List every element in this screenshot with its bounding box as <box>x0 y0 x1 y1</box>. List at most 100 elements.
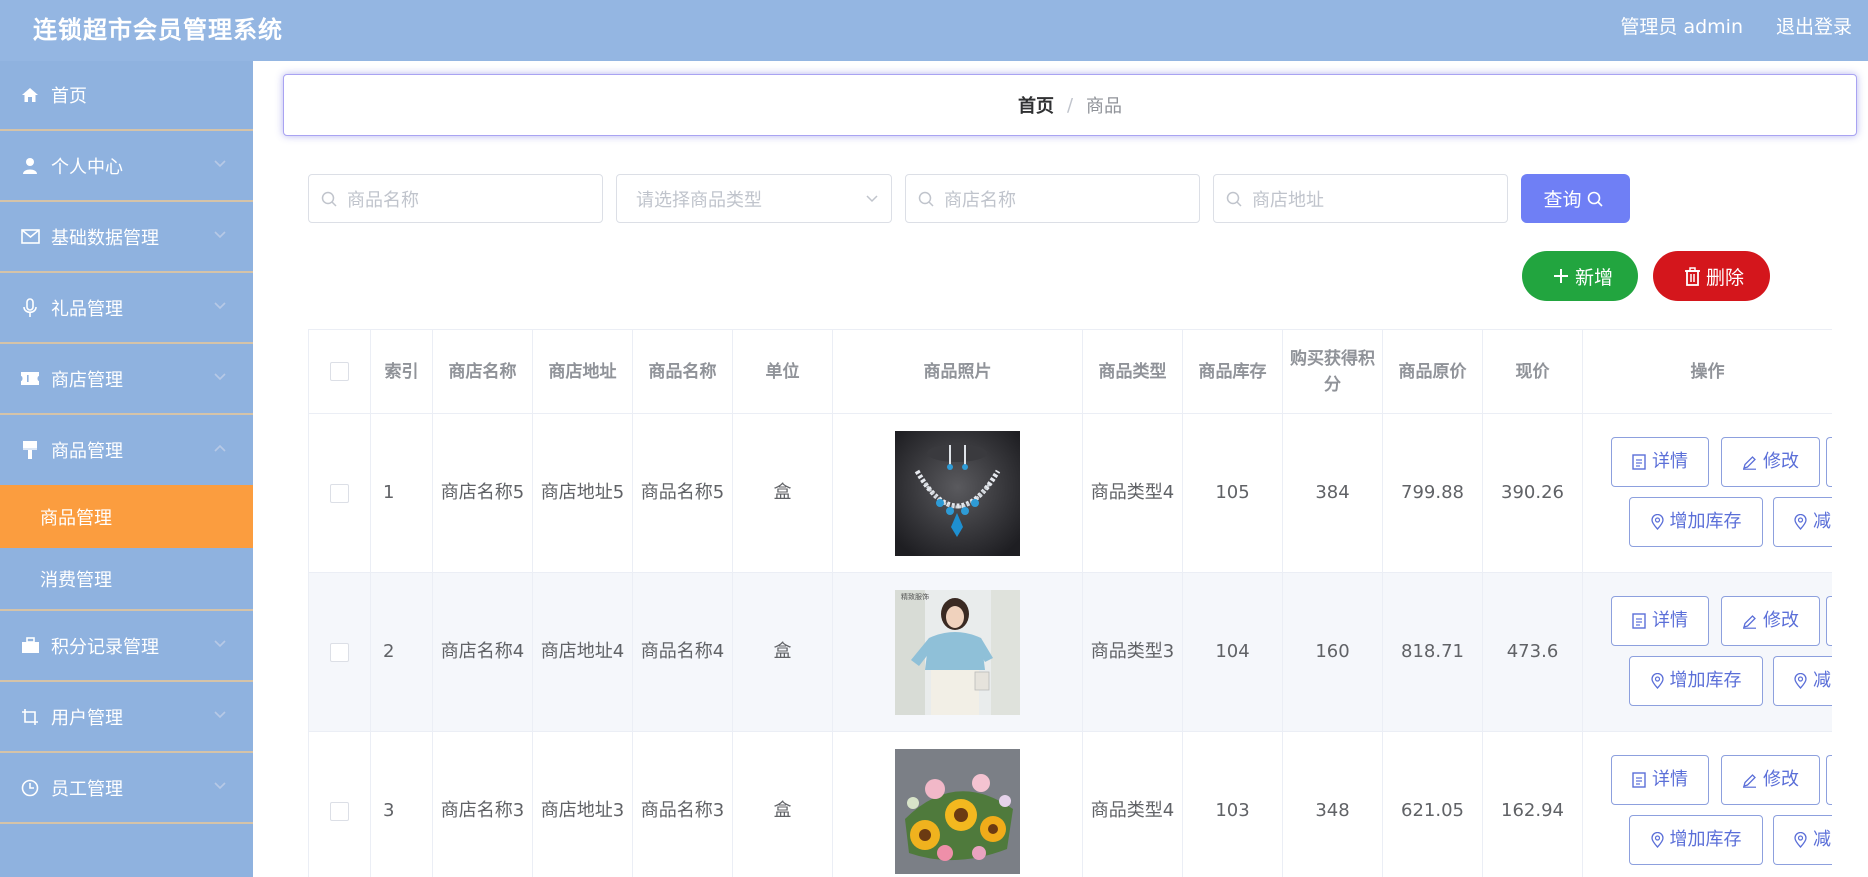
add-stock-label: 增加库存 <box>1669 511 1742 532</box>
col-original-price: 商品原价 <box>1382 329 1483 414</box>
col-shop-name: 商店名称 <box>432 329 533 414</box>
row-select-cell <box>308 572 371 732</box>
cell-shop-address: 商店地址4 <box>532 572 633 732</box>
cell-shop-address: 商店地址5 <box>532 413 633 573</box>
shop-address-placeholder: 商店地址 <box>1252 189 1324 211</box>
detail-button[interactable]: 详情 <box>1611 755 1709 805</box>
row-checkbox[interactable] <box>330 483 349 503</box>
col-index: 索引 <box>370 329 433 414</box>
cell-type: 商品类型4 <box>1082 413 1183 573</box>
row-checkbox[interactable] <box>330 642 349 662</box>
document-icon <box>1632 772 1646 788</box>
sidebar-item-label: 个人中心 <box>51 156 123 178</box>
cell-photo <box>832 413 1083 573</box>
edit-button[interactable]: 修改 <box>1721 755 1820 805</box>
cell-photo <box>832 731 1083 877</box>
breadcrumb-home[interactable]: 首页 <box>1018 92 1054 118</box>
sidebar-item-staff[interactable]: 员工管理 <box>0 753 253 824</box>
sidebar-item-label: 商品管理 <box>51 441 123 462</box>
plus-icon <box>1553 269 1568 283</box>
col-shop-address: 商店地址 <box>532 329 633 414</box>
col-current-price: 现价 <box>1482 329 1583 414</box>
cell-index: 1 <box>370 413 433 573</box>
chevron-down-icon <box>214 231 226 239</box>
sidebar-subitem-consumption[interactable]: 消费管理 <box>0 548 253 611</box>
add-stock-button[interactable]: 增加库存 <box>1629 656 1763 706</box>
ticket-icon <box>19 368 41 390</box>
sidebar-item-personal-center[interactable]: 个人中心 <box>0 131 253 202</box>
chevron-up-icon <box>214 444 226 452</box>
delete-button[interactable]: 删除 <box>1653 251 1770 301</box>
mic-icon <box>19 297 41 319</box>
cell-photo: 精致服饰 <box>832 572 1083 732</box>
cell-unit: 盒 <box>732 731 833 877</box>
blouse-photo[interactable]: 精致服饰 <box>895 589 1020 715</box>
cell-type: 商品类型4 <box>1082 731 1183 877</box>
more-button-partial[interactable] <box>1826 596 1832 646</box>
cell-original-price: 621.05 <box>1382 731 1483 877</box>
sidebar-item-shops[interactable]: 商店管理 <box>0 344 253 415</box>
sidebar-item-products[interactable]: 商品管理 <box>0 415 253 485</box>
edit-button[interactable]: 修改 <box>1721 596 1820 646</box>
pencil-icon <box>1743 614 1756 629</box>
search-icon <box>1226 191 1246 207</box>
sidebar-subitem-product-management[interactable]: 商品管理 <box>0 485 253 548</box>
detail-label: 详情 <box>1652 610 1688 631</box>
add-stock-label: 增加库存 <box>1669 670 1742 691</box>
cell-points: 160 <box>1282 572 1383 732</box>
sidebar-item-label: 员工管理 <box>51 778 123 800</box>
search-icon <box>918 191 938 207</box>
location-pin-icon <box>1650 514 1664 530</box>
col-stock: 商品库存 <box>1182 329 1283 414</box>
edit-button[interactable]: 修改 <box>1721 437 1820 487</box>
cell-shop-address: 商店地址3 <box>532 731 633 877</box>
breadcrumb-separator: / <box>1066 94 1074 116</box>
edit-label: 修改 <box>1763 451 1799 472</box>
reduce-stock-label: 减 <box>1813 511 1831 532</box>
app-title: 连锁超市会员管理系统 <box>33 16 283 44</box>
detail-button[interactable]: 详情 <box>1611 596 1709 646</box>
pencil-icon <box>1743 773 1756 788</box>
cell-product-name: 商品名称4 <box>632 572 733 732</box>
col-operations: 操作 <box>1582 329 1832 414</box>
select-all-checkbox[interactable] <box>330 362 349 381</box>
delete-label: 删除 <box>1705 266 1744 289</box>
necklace-photo[interactable] <box>895 430 1020 556</box>
shop-name-input[interactable]: 商店名称 <box>905 174 1200 223</box>
more-button-partial[interactable] <box>1826 437 1832 487</box>
sidebar-item-label: 用户管理 <box>51 707 123 729</box>
shop-address-input[interactable]: 商店地址 <box>1213 174 1508 223</box>
cell-stock: 105 <box>1182 413 1283 573</box>
sidebar-item-label: 商店管理 <box>51 369 123 391</box>
product-type-placeholder: 请选择商品类型 <box>636 189 762 211</box>
flowers-photo[interactable] <box>895 748 1020 874</box>
home-icon <box>19 84 41 106</box>
product-name-input[interactable]: 商品名称 <box>308 174 603 223</box>
sidebar-item-base-data[interactable]: 基础数据管理 <box>0 202 253 273</box>
cell-shop-name: 商店名称5 <box>432 413 533 573</box>
detail-button[interactable]: 详情 <box>1611 437 1709 487</box>
add-button[interactable]: 新增 <box>1522 251 1638 301</box>
sidebar-item-home[interactable]: 首页 <box>0 61 253 131</box>
reduce-stock-button[interactable]: 减 <box>1773 497 1832 547</box>
reduce-stock-button[interactable]: 减 <box>1773 815 1832 865</box>
logout-link[interactable]: 退出登录 <box>1776 12 1852 39</box>
location-pin-icon <box>1794 514 1807 530</box>
add-stock-button[interactable]: 增加库存 <box>1629 815 1763 865</box>
chevron-down-icon <box>214 640 226 648</box>
product-name-placeholder: 商品名称 <box>347 189 419 211</box>
reduce-stock-button[interactable]: 减 <box>1773 656 1832 706</box>
add-stock-button[interactable]: 增加库存 <box>1629 497 1763 547</box>
user-icon <box>19 155 41 177</box>
mail-icon <box>19 226 41 248</box>
sidebar-item-gifts[interactable]: 礼品管理 <box>0 273 253 344</box>
row-checkbox[interactable] <box>330 801 349 821</box>
sidebar-item-users[interactable]: 用户管理 <box>0 682 253 753</box>
trash-icon <box>1684 266 1700 286</box>
product-type-select[interactable]: 请选择商品类型 <box>616 174 892 223</box>
more-button-partial[interactable] <box>1826 755 1832 805</box>
sidebar-item-points-records[interactable]: 积分记录管理 <box>0 611 253 682</box>
query-button[interactable]: 查询 <box>1521 174 1630 223</box>
edit-label: 修改 <box>1763 769 1799 790</box>
col-unit: 单位 <box>732 329 833 414</box>
